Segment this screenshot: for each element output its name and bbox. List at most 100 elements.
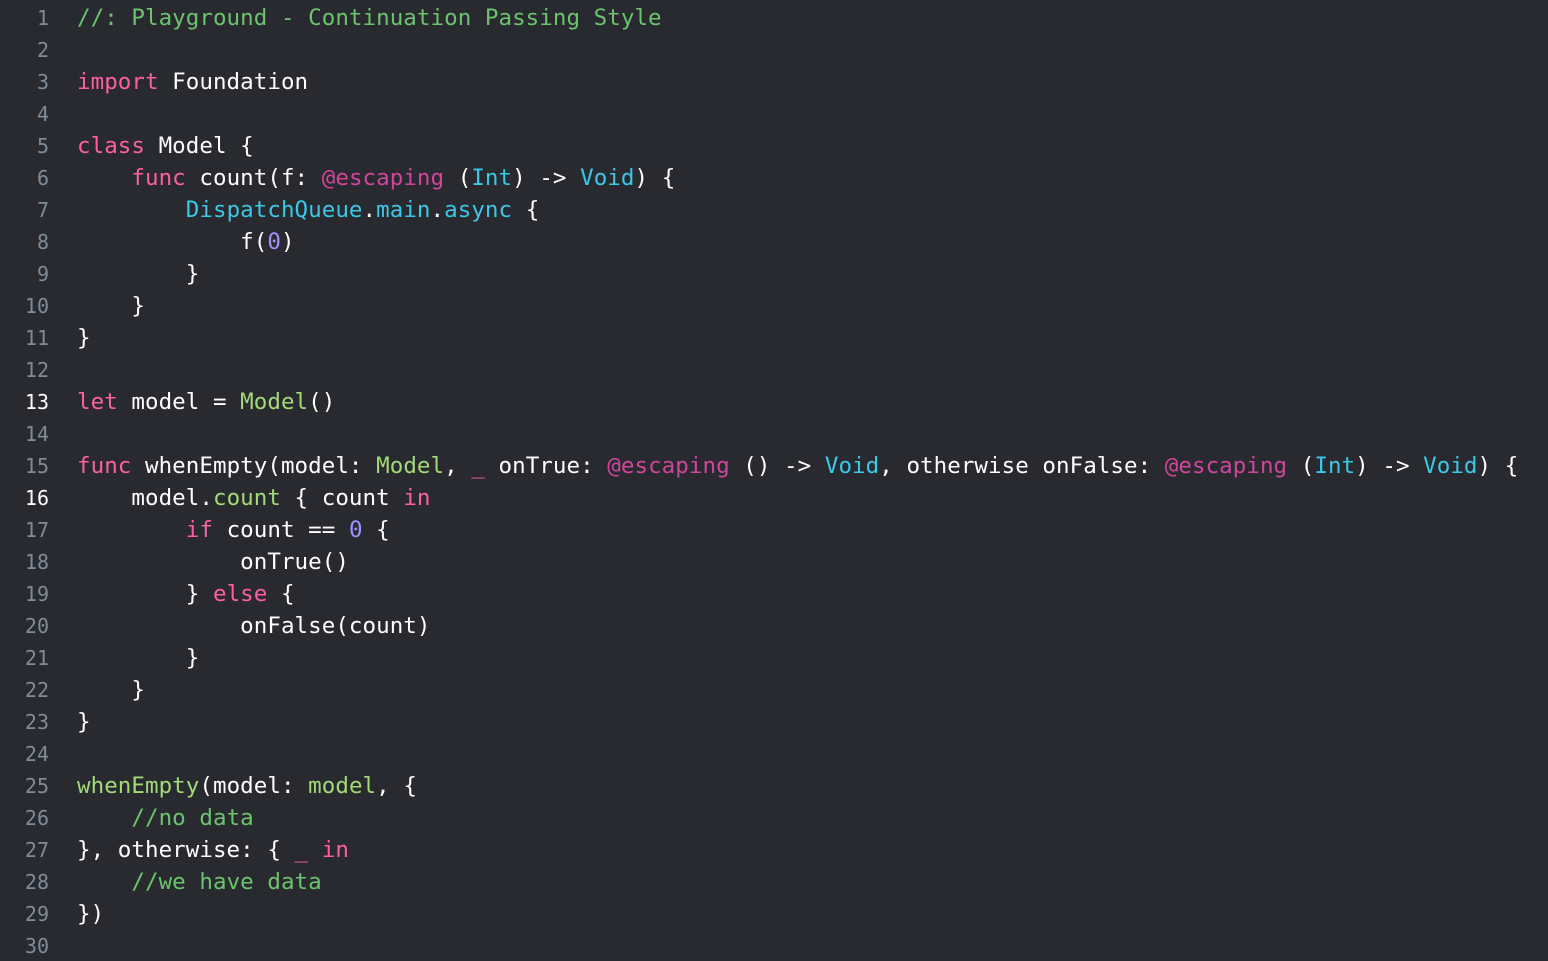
code-token: in — [403, 485, 431, 511]
code-line[interactable]: 4 — [0, 98, 1548, 130]
code-token: ) -> — [1355, 453, 1424, 479]
code-line[interactable]: 2 — [0, 34, 1548, 66]
code-line[interactable]: 20 onFalse(count) — [0, 610, 1548, 642]
line-number: 7 — [36, 198, 49, 222]
code-line[interactable]: 10 } — [0, 290, 1548, 322]
code-line[interactable]: 18 onTrue() — [0, 546, 1548, 578]
code-line[interactable]: 7 DispatchQueue.main.async { — [0, 194, 1548, 226]
line-number: 16 — [24, 486, 49, 510]
code-token: Foundation — [158, 69, 309, 95]
code-token: _ — [294, 837, 309, 863]
code-line[interactable]: 24 — [0, 738, 1548, 770]
line-number: 14 — [24, 422, 49, 446]
code-line[interactable]: 11} — [0, 322, 1548, 354]
code-editor[interactable]: 1 //: Playground - Continuation Passing S… — [0, 0, 1548, 961]
code-token: Int — [1314, 453, 1356, 479]
code-line[interactable]: 9 } — [0, 258, 1548, 290]
code-text: if count == 0 { — [77, 517, 390, 543]
line-number: 24 — [24, 742, 49, 766]
code-line[interactable]: 28 //we have data — [0, 866, 1548, 898]
code-text: func whenEmpty(model: Model, _ onTrue: @… — [77, 453, 1518, 479]
code-token: count — [212, 485, 281, 511]
code-line[interactable]: 15 func whenEmpty(model: Model, _ onTrue:… — [0, 450, 1548, 482]
line-number: 4 — [36, 102, 49, 126]
code-text: onTrue() — [77, 549, 349, 575]
code-token: @escaping — [1164, 453, 1288, 479]
code-line[interactable]: 16 model.count { count in — [0, 482, 1548, 514]
code-line[interactable]: 27}, otherwise: { _ in — [0, 834, 1548, 866]
code-line[interactable]: 13 let model = Model() — [0, 386, 1548, 418]
code-token: } — [77, 645, 200, 671]
code-token: } — [77, 581, 213, 607]
line-number: 28 — [24, 870, 49, 894]
code-text: import Foundation — [77, 69, 308, 95]
code-token: func — [131, 165, 186, 191]
code-text: } — [77, 645, 200, 671]
code-line[interactable]: 23} — [0, 706, 1548, 738]
code-line[interactable]: 30 — [0, 930, 1548, 961]
code-text: } else { — [77, 581, 295, 607]
code-line[interactable]: 3 import Foundation — [0, 66, 1548, 98]
code-token: }) — [77, 901, 105, 927]
code-text: } — [77, 709, 91, 735]
code-token: , otherwise onFalse: — [879, 453, 1165, 479]
code-text: f(0) — [77, 229, 295, 255]
code-line[interactable]: 12 — [0, 354, 1548, 386]
line-number: 11 — [24, 326, 49, 350]
code-text: class Model { — [77, 133, 254, 159]
code-line[interactable]: 14 — [0, 418, 1548, 450]
code-line[interactable]: 26 //no data — [0, 802, 1548, 834]
code-token: model. — [77, 485, 213, 511]
code-line[interactable]: 8 f(0) — [0, 226, 1548, 258]
code-line[interactable]: 21 } — [0, 642, 1548, 674]
line-number: 8 — [36, 230, 49, 254]
line-number: 5 — [36, 134, 49, 158]
code-token: import — [77, 69, 159, 95]
line-number: 9 — [36, 262, 49, 286]
code-token: Model { — [144, 133, 254, 159]
code-token: onTrue() — [77, 549, 349, 575]
code-token: else — [212, 581, 268, 607]
code-text: } — [77, 677, 145, 703]
code-token: onFalse(count) — [77, 613, 431, 639]
line-number: 22 — [24, 678, 49, 702]
code-token: ) -> — [512, 165, 581, 191]
code-line[interactable]: 6 func count(f: @escaping (Int) -> Void)… — [0, 162, 1548, 194]
code-text: //we have data — [77, 869, 322, 895]
code-line[interactable]: 19 } else { — [0, 578, 1548, 610]
line-number: 3 — [36, 70, 49, 94]
code-line[interactable]: 1 //: Playground - Continuation Passing S… — [0, 2, 1548, 34]
line-number: 15 — [24, 454, 49, 478]
code-token: Model — [240, 389, 309, 415]
line-number: 17 — [24, 518, 49, 542]
code-text: whenEmpty(model: model, { — [77, 773, 417, 799]
code-token: whenEmpty — [77, 773, 200, 799]
code-line[interactable]: 29}) — [0, 898, 1548, 930]
code-token: f( — [77, 229, 268, 255]
code-text: } — [77, 293, 145, 319]
code-token: in — [321, 837, 349, 863]
code-text: model.count { count in — [77, 485, 431, 511]
code-text: }) — [77, 901, 104, 927]
code-token: () -> — [729, 453, 825, 479]
code-token: }, otherwise: { — [77, 837, 295, 863]
code-token: 0 — [348, 517, 363, 543]
code-token: func — [77, 453, 132, 479]
code-token: } — [77, 261, 200, 287]
code-token: (model: — [199, 773, 309, 799]
line-number: 25 — [24, 774, 49, 798]
line-number: 10 — [24, 294, 49, 318]
code-line[interactable]: 5 class Model { — [0, 130, 1548, 162]
code-token: //no data — [131, 805, 254, 831]
code-line[interactable]: 17 if count == 0 { — [0, 514, 1548, 546]
code-line[interactable]: 22 } — [0, 674, 1548, 706]
code-token: Int — [471, 165, 513, 191]
code-token: { count — [280, 485, 404, 511]
code-line[interactable]: 25 whenEmpty(model: model, { — [0, 770, 1548, 802]
code-token: //: Playground - Continuation Passing St… — [77, 5, 662, 31]
code-token: count(f: — [185, 165, 322, 191]
line-number: 26 — [24, 806, 49, 830]
